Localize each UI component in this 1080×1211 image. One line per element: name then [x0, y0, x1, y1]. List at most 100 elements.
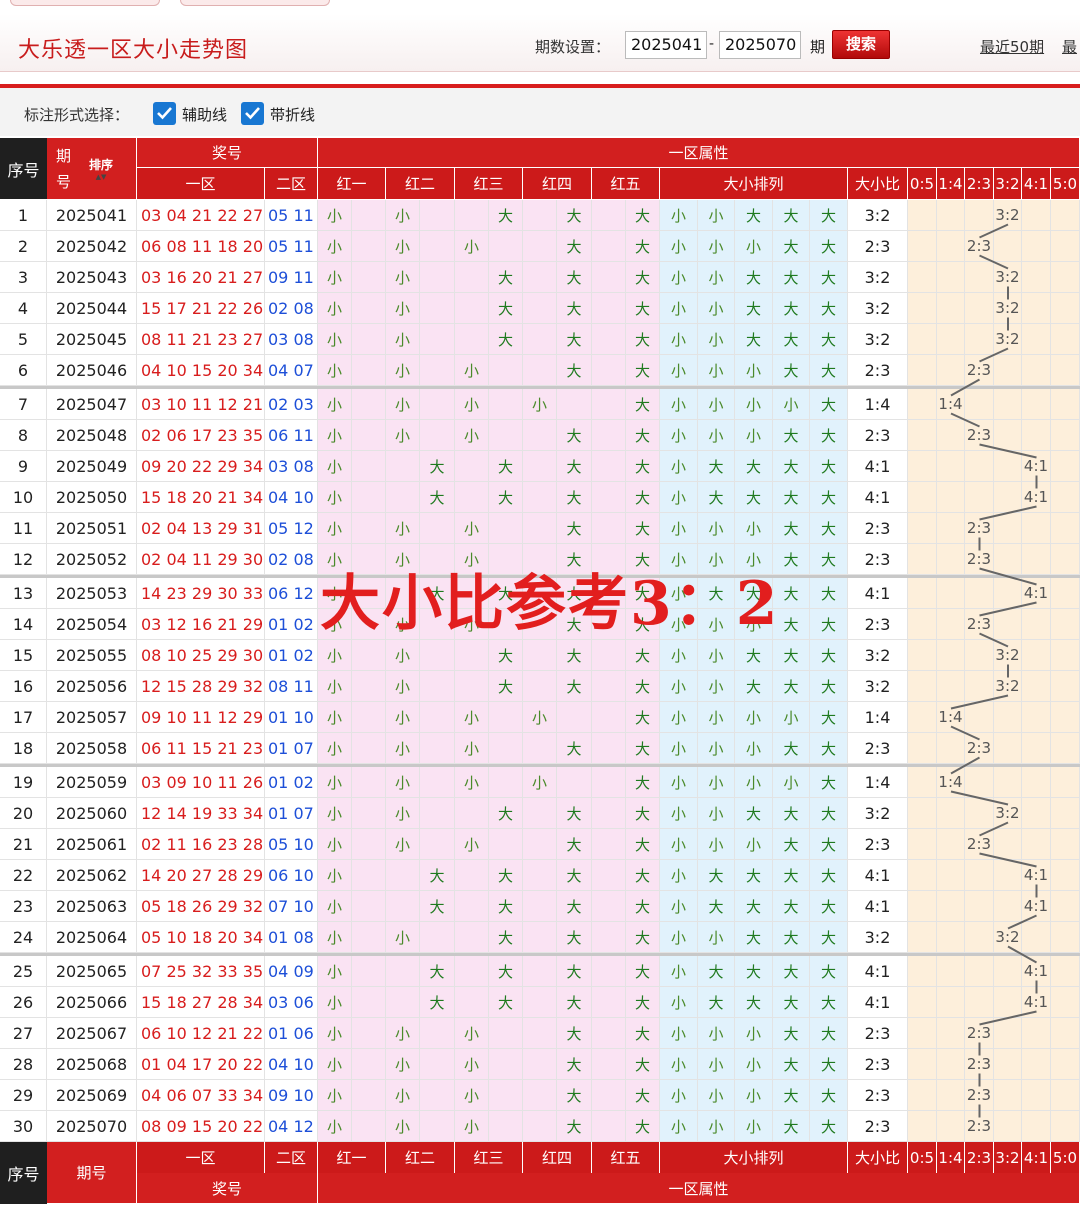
red-5-big-cell: 大 — [626, 389, 660, 420]
red-4-big-cell — [557, 389, 592, 420]
size-order-cell: 小 — [735, 355, 773, 386]
size-order-cell: 大 — [773, 1111, 810, 1142]
red-2-big-cell — [420, 324, 455, 355]
ratio-cell — [1051, 829, 1080, 860]
row-zone2-numbers: 04 07 — [265, 355, 318, 386]
ratio-cell: 3:2 — [994, 262, 1022, 293]
red-2-small-cell: 小 — [386, 767, 420, 798]
ratio-cell: 1:4 — [937, 389, 965, 420]
row-index: 26 — [0, 987, 47, 1018]
footer-zone1-header: 一区 — [137, 1142, 265, 1173]
row-zone1-numbers: 02 06 17 23 35 — [137, 420, 265, 451]
size-order-cell: 小 — [660, 293, 698, 324]
row-zone2-numbers: 05 12 — [265, 513, 318, 544]
red-2-small-cell: 小 — [386, 231, 420, 262]
red-3-small-cell: 小 — [455, 767, 489, 798]
size-order-cell: 大 — [773, 200, 810, 231]
red-4-big-cell: 大 — [557, 1111, 592, 1142]
row-zone2-numbers: 06 10 — [265, 860, 318, 891]
ratio-cell: 4:1 — [1022, 860, 1051, 891]
red-2-big-cell — [420, 640, 455, 671]
size-order-cell: 小 — [698, 922, 735, 953]
red-1-small-cell: 小 — [318, 671, 352, 702]
red-3-small-cell — [455, 262, 489, 293]
size-order-cell: 小 — [660, 513, 698, 544]
row-zone1-numbers: 09 20 22 29 34 — [137, 451, 265, 482]
col-zone1-header: 一区 — [137, 168, 265, 199]
overlay-annotation: 大小比参考3：2 — [320, 569, 780, 639]
red-2-small-cell: 小 — [386, 1080, 420, 1111]
red-3-big-cell: 大 — [489, 482, 523, 513]
size-order-cell: 小 — [698, 640, 735, 671]
ratio-cell — [1051, 293, 1080, 324]
red-4-big-cell: 大 — [557, 733, 592, 764]
ratio-cell — [994, 891, 1022, 922]
ratio-cell: 3:2 — [994, 200, 1022, 231]
red-2-big-cell — [420, 513, 455, 544]
red-5-small-cell — [592, 262, 626, 293]
row-ratio: 2:3 — [848, 733, 908, 764]
ratio-cell — [1051, 922, 1080, 953]
size-order-cell: 大 — [773, 451, 810, 482]
red-5-big-cell: 大 — [626, 702, 660, 733]
red-5-big-cell: 大 — [626, 956, 660, 987]
red-1-small-cell: 小 — [318, 922, 352, 953]
red-5-small-cell — [592, 922, 626, 953]
red-4-small-cell — [523, 1111, 557, 1142]
red-1-big-cell — [352, 482, 386, 513]
size-order-cell: 小 — [660, 262, 698, 293]
size-order-cell: 大 — [810, 324, 848, 355]
row-zone1-numbers: 03 16 20 21 27 — [137, 262, 265, 293]
col-zone2-header: 二区 — [265, 168, 318, 199]
red-2-small-cell: 小 — [386, 702, 420, 733]
ratio-cell — [994, 231, 1022, 262]
row-zone2-numbers: 06 12 — [265, 578, 318, 609]
footer-red-5-header: 红五 — [592, 1142, 660, 1173]
row-period: 2025048 — [47, 420, 137, 451]
size-order-cell: 大 — [810, 200, 848, 231]
red-3-small-cell — [455, 860, 489, 891]
ratio-cell — [965, 702, 994, 733]
size-order-cell: 大 — [698, 451, 735, 482]
sort-label: 排序 — [89, 158, 114, 172]
red-2-big-cell: 大 — [420, 860, 455, 891]
red-3-small-cell — [455, 451, 489, 482]
size-order-cell: 小 — [660, 324, 698, 355]
size-order-cell: 大 — [773, 922, 810, 953]
red-2-small-cell: 小 — [386, 671, 420, 702]
ratio-cell — [1051, 578, 1080, 609]
row-zone1-numbers: 01 04 17 20 22 — [137, 1049, 265, 1080]
col-ratio-4-header: 4:1 — [1022, 168, 1051, 199]
red-3-small-cell — [455, 482, 489, 513]
red-2-big-cell: 大 — [420, 891, 455, 922]
row-zone1-numbers: 06 08 11 18 20 — [137, 231, 265, 262]
row-ratio: 1:4 — [848, 767, 908, 798]
row-period: 2025047 — [47, 389, 137, 420]
red-4-big-cell: 大 — [557, 860, 592, 891]
row-zone2-numbers: 04 09 — [265, 956, 318, 987]
row-zone2-numbers: 01 02 — [265, 767, 318, 798]
row-index: 13 — [0, 578, 47, 609]
size-order-cell: 小 — [660, 1049, 698, 1080]
size-order-cell: 大 — [810, 1018, 848, 1049]
ratio-cell — [937, 1018, 965, 1049]
row-index: 27 — [0, 1018, 47, 1049]
row-ratio: 2:3 — [848, 355, 908, 386]
ratio-cell — [937, 733, 965, 764]
row-period: 2025050 — [47, 482, 137, 513]
ratio-cell — [994, 1018, 1022, 1049]
ratio-cell: 2:3 — [965, 355, 994, 386]
red-1-small-cell: 小 — [318, 956, 352, 987]
ratio-cell — [908, 420, 937, 451]
ratio-cell — [994, 860, 1022, 891]
size-order-cell: 大 — [735, 671, 773, 702]
footer-size-order-header: 大小排列 — [660, 1142, 848, 1173]
ratio-cell — [965, 451, 994, 482]
red-5-big-cell: 大 — [626, 231, 660, 262]
size-order-cell: 小 — [773, 702, 810, 733]
footer-ratio-0-header: 0:5 — [908, 1142, 937, 1173]
red-5-big-cell: 大 — [626, 293, 660, 324]
sort-button[interactable]: 排序 ▲▼ — [89, 156, 113, 181]
red-1-big-cell — [352, 1111, 386, 1142]
ratio-cell — [994, 987, 1022, 1018]
